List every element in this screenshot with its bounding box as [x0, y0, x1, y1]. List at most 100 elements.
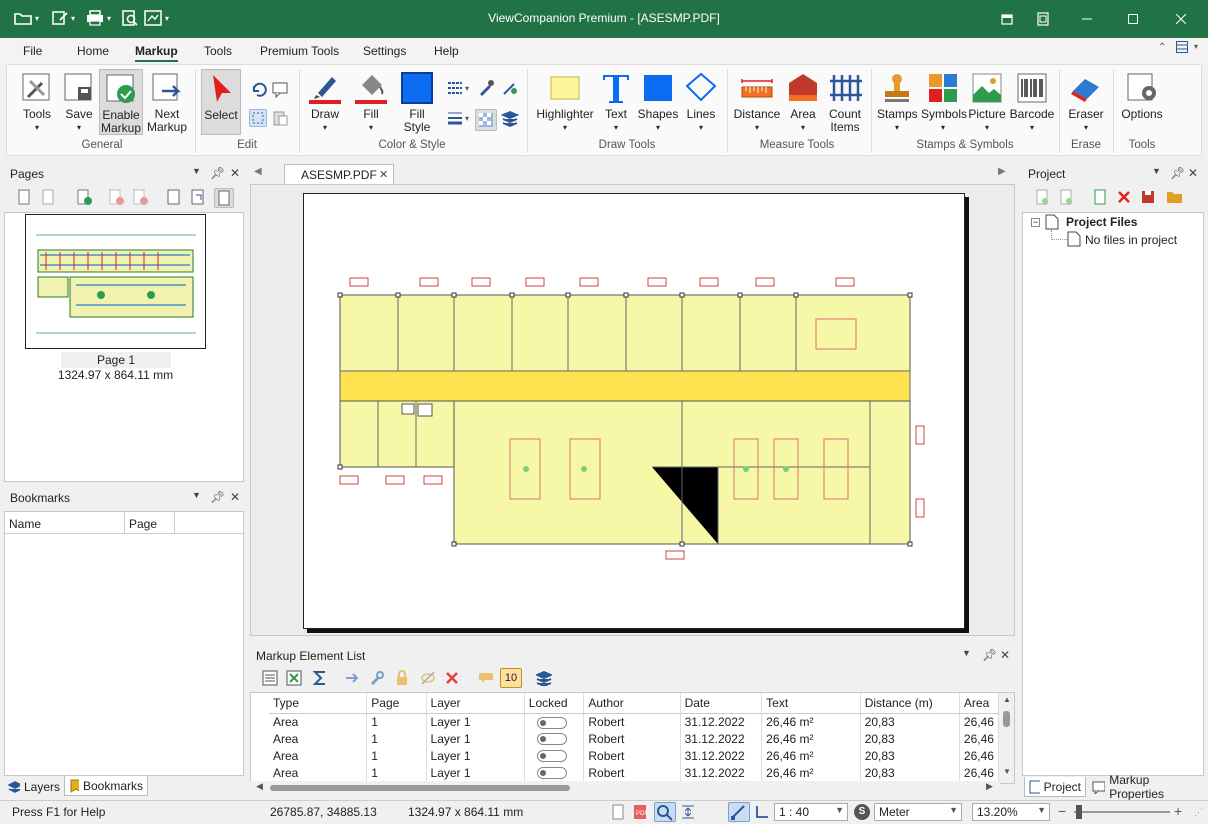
- document-tab[interactable]: ASESMP.PDF ✕: [284, 164, 394, 184]
- bookmarks-col-name[interactable]: Name: [5, 512, 125, 534]
- barcode-button[interactable]: Barcode ▾: [1009, 71, 1055, 134]
- tab-layers[interactable]: Layers: [4, 777, 64, 797]
- group-select-icon[interactable]: [249, 109, 267, 127]
- table-row[interactable]: Area 1 Layer 1 Robert 31.12.2022 26,46 m² 20,8…: [269, 747, 1000, 764]
- project-add-all-icon[interactable]: [1058, 189, 1076, 207]
- zoom-out-button[interactable]: −: [1058, 803, 1066, 819]
- locked-toggle[interactable]: [536, 767, 567, 780]
- distance-button[interactable]: Distance ▾: [733, 71, 781, 134]
- tab-project[interactable]: Project: [1024, 777, 1086, 797]
- page-remove-all-icon[interactable]: [132, 189, 150, 207]
- page-remove-icon[interactable]: [108, 189, 126, 207]
- scroll-right-icon[interactable]: ▶: [986, 781, 993, 792]
- close-panel-icon[interactable]: ✕: [230, 490, 240, 504]
- highlighter-button[interactable]: Highlighter ▾: [533, 71, 597, 134]
- pin-icon[interactable]: 📌︎: [210, 166, 225, 180]
- page-thumbnails-icon[interactable]: [214, 188, 234, 208]
- pin-icon[interactable]: 📌︎: [210, 490, 225, 504]
- zoom-in-button[interactable]: +: [1174, 803, 1182, 819]
- tree-collapse-icon[interactable]: −: [1031, 218, 1040, 227]
- select-button[interactable]: Select: [201, 69, 241, 135]
- zoom-select[interactable]: 13.20% ▼: [972, 803, 1050, 821]
- table-row[interactable]: Area 1 Layer 1 Robert 31.12.2022 26,46 m² 20,8…: [269, 730, 1000, 747]
- shapes-button[interactable]: Shapes ▾: [637, 71, 679, 134]
- pdf-page[interactable]: [303, 193, 965, 629]
- scale-select[interactable]: 1 : 40 ▼: [774, 803, 848, 821]
- resize-grip-icon[interactable]: ⋰: [1194, 807, 1203, 818]
- horizontal-scrollbar[interactable]: ◀ ▶: [250, 781, 1000, 795]
- col-distance[interactable]: Distance (m): [860, 693, 960, 714]
- fill-style-button[interactable]: Fill Style: [397, 71, 437, 134]
- scroll-down-icon[interactable]: ▼: [1003, 767, 1011, 776]
- layers-stack-icon[interactable]: [534, 670, 554, 688]
- h-scrollbar-thumb[interactable]: [270, 785, 570, 791]
- page-thumbnail[interactable]: [25, 214, 206, 349]
- save-button[interactable]: Save ▾: [59, 71, 99, 134]
- unit-select[interactable]: Meter ▼: [874, 803, 962, 821]
- tab-bookmarks[interactable]: Bookmarks: [64, 776, 148, 796]
- count-items-button[interactable]: Count Items: [825, 71, 865, 134]
- fill-color-button[interactable]: Fill ▾: [351, 71, 391, 134]
- count-badge[interactable]: 10: [500, 668, 522, 688]
- picture-button[interactable]: Picture ▾: [967, 71, 1007, 134]
- collapse-ribbon-icon[interactable]: ⌃: [1158, 42, 1166, 53]
- project-delete-icon[interactable]: [1116, 189, 1134, 207]
- layout-icon[interactable]: [1176, 41, 1188, 56]
- lock-icon[interactable]: [394, 670, 412, 688]
- menu-premium-tools[interactable]: Premium Tools: [260, 44, 339, 58]
- layers-stack-icon[interactable]: [500, 109, 520, 127]
- locked-toggle[interactable]: [536, 716, 567, 729]
- col-area[interactable]: Area: [959, 693, 1000, 714]
- close-panel-icon[interactable]: ✕: [230, 166, 240, 180]
- bookmarks-col-page[interactable]: Page: [125, 512, 175, 534]
- undo-icon[interactable]: [249, 81, 267, 99]
- tools-button[interactable]: Tools ▾: [15, 71, 59, 134]
- vertical-scrollbar[interactable]: ▲ ▼: [999, 693, 1014, 783]
- line-width-icon[interactable]: ▾: [447, 109, 469, 127]
- panel-dropdown-icon[interactable]: ▼: [192, 490, 201, 500]
- col-locked[interactable]: Locked: [524, 693, 585, 714]
- minimize-button[interactable]: [1064, 0, 1110, 38]
- pin-icon[interactable]: 📌︎: [982, 648, 997, 662]
- close-button[interactable]: [1158, 0, 1204, 38]
- zoom-slider-thumb[interactable]: [1076, 805, 1082, 819]
- comment-filter-icon[interactable]: [478, 670, 496, 688]
- excel-export-icon[interactable]: [286, 670, 304, 688]
- menu-markup[interactable]: Markup: [135, 44, 178, 62]
- close-tab-icon[interactable]: ✕: [379, 168, 388, 181]
- options-button[interactable]: Options: [1119, 71, 1165, 121]
- scroll-up-icon[interactable]: ▲: [1003, 695, 1011, 704]
- snap-icon[interactable]: [728, 802, 750, 822]
- wrench-icon[interactable]: [368, 670, 386, 688]
- list-properties-icon[interactable]: [262, 670, 280, 688]
- line-style-icon[interactable]: ▾: [447, 79, 469, 97]
- close-panel-icon[interactable]: ✕: [1188, 166, 1198, 180]
- style-pick-icon[interactable]: [501, 79, 519, 97]
- col-type[interactable]: Type: [269, 693, 368, 714]
- page-rotate-icon[interactable]: [190, 189, 208, 207]
- menu-help[interactable]: Help: [434, 44, 459, 58]
- eyedropper-icon[interactable]: [477, 79, 495, 97]
- paste-icon[interactable]: [271, 109, 289, 127]
- page-insert-icon[interactable]: [16, 189, 34, 207]
- lines-button[interactable]: Lines ▾: [683, 71, 719, 134]
- col-author[interactable]: Author: [583, 693, 681, 714]
- panel-dropdown-icon[interactable]: ▼: [192, 166, 201, 176]
- tab-markup-properties[interactable]: Markup Properties: [1088, 773, 1206, 801]
- table-row[interactable]: Area 1 Layer 1 Robert 31.12.2022 26,46 m² 20,8…: [269, 713, 1000, 730]
- table-row[interactable]: Area 1 Layer 1 Robert 31.12.2022 26,46 m² 20,8…: [269, 764, 1000, 781]
- transparency-icon[interactable]: [475, 109, 497, 131]
- project-add-file-icon[interactable]: [1034, 189, 1052, 207]
- document-view[interactable]: [250, 184, 1015, 636]
- project-new-icon[interactable]: [1092, 189, 1110, 207]
- layout-dropdown-icon[interactable]: ▾: [1194, 42, 1198, 51]
- stamps-button[interactable]: Stamps ▾: [877, 71, 918, 134]
- col-page[interactable]: Page: [366, 693, 427, 714]
- project-save-icon[interactable]: [1140, 189, 1158, 207]
- scroll-left-icon[interactable]: ◀: [256, 781, 263, 792]
- menu-settings[interactable]: Settings: [363, 44, 406, 58]
- text-button[interactable]: Text ▾: [599, 71, 633, 134]
- scrollbar-thumb[interactable]: [1003, 711, 1010, 727]
- project-open-icon[interactable]: [1166, 189, 1184, 207]
- page-export-icon[interactable]: [166, 189, 184, 207]
